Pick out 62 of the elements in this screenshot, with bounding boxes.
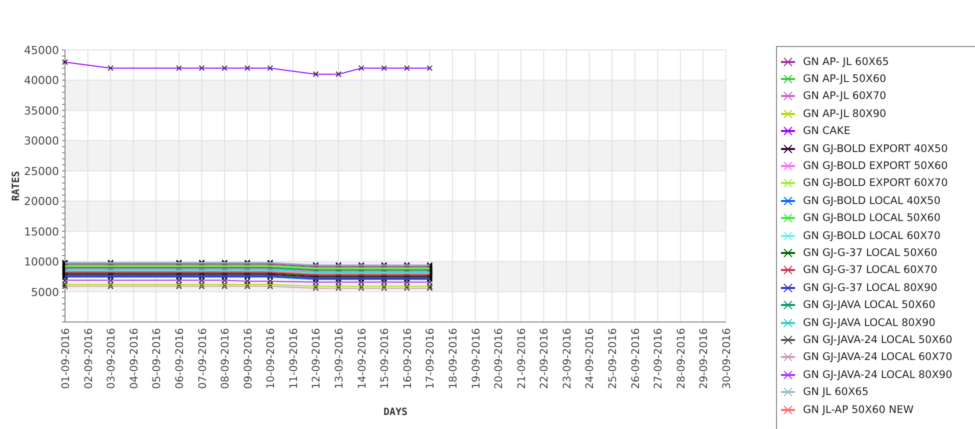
- legend-label: GN GJ-G-37 LOCAL 80X90: [803, 282, 938, 294]
- legend-label: GN GJ-BOLD LOCAL 50X60: [803, 212, 941, 224]
- x-tick-label: 16-09-2016: [402, 328, 414, 390]
- x-tick-label: 23-09-2016: [561, 328, 574, 390]
- x-tick-label: 03-09-2016: [106, 328, 118, 390]
- legend-label: GN AP- JL 60X65: [803, 56, 889, 68]
- x-tick-label: 07-09-2016: [196, 328, 209, 390]
- x-tick-label: 17-09-2016: [424, 328, 437, 390]
- x-tick-label: 10-09-2016: [265, 328, 278, 390]
- legend-label: GN GJ-G-37 LOCAL 60X70: [803, 264, 938, 276]
- legend-label: GN GJ-BOLD EXPORT 40X50: [803, 142, 948, 155]
- x-tick-label: 29-09-2016: [698, 328, 710, 390]
- y-tick-label: 35000: [24, 104, 59, 118]
- legend-label: GN GJ-BOLD LOCAL 40X50: [803, 194, 941, 207]
- legend-label: GN CAKE: [803, 125, 850, 138]
- x-tick-label: 26-09-2016: [630, 328, 642, 390]
- x-tick-label: 18-09-2016: [447, 328, 460, 390]
- legend-label: GN GJ-JAVA LOCAL 50X60: [803, 299, 936, 312]
- x-tick-label: 21-09-2016: [516, 328, 528, 390]
- y-tick-label: 20000: [24, 195, 59, 208]
- x-tick-label: 30-09-2016: [721, 328, 733, 390]
- legend-label: GN AP-JL 60X70: [803, 90, 886, 102]
- x-tick-label: 02-09-2016: [82, 328, 95, 390]
- legend-label: GN JL-AP 50X60 NEW: [803, 404, 914, 416]
- x-tick-label: 19-09-2016: [470, 328, 482, 390]
- x-tick-label: 20-09-2016: [493, 328, 506, 390]
- y-tick-label: 45000: [24, 44, 59, 57]
- y-tick-label: 10000: [24, 256, 59, 269]
- y-tick-label: 30000: [24, 134, 59, 148]
- x-tick-label: 05-09-2016: [151, 328, 164, 390]
- x-tick-label: 06-09-2016: [174, 328, 186, 390]
- legend-label: GN GJ-JAVA-24 LOCAL 80X90: [803, 368, 952, 381]
- x-tick-label: 14-09-2016: [356, 328, 368, 390]
- legend-label: GN GJ-BOLD LOCAL 60X70: [803, 230, 941, 242]
- x-axis-title: DAYS: [383, 407, 408, 418]
- y-tick-label: 15000: [24, 225, 59, 238]
- legend-label: GN JL 60X65: [803, 386, 869, 398]
- legend-label: GN GJ-BOLD EXPORT 60X70: [803, 177, 948, 190]
- legend-label: GN AP-JL 80X90: [803, 108, 886, 120]
- x-tick-label: 24-09-2016: [584, 328, 596, 390]
- x-tick-label: 22-09-2016: [538, 328, 551, 390]
- x-tick-label: 27-09-2016: [652, 328, 665, 390]
- x-tick-label: 09-09-2016: [242, 328, 254, 390]
- x-tick-label: 12-09-2016: [310, 328, 323, 390]
- y-tick-label: 25000: [24, 164, 59, 178]
- legend-label: GN GJ-G-37 LOCAL 50X60: [803, 246, 938, 259]
- x-tick-label: 08-09-2016: [220, 328, 232, 390]
- legend-label: GN AP-JL 50X60: [803, 73, 886, 86]
- y-tick-label: 40000: [24, 74, 59, 88]
- x-tick-label: 01-09-2016: [60, 328, 72, 390]
- x-tick-label: 25-09-2016: [607, 328, 620, 390]
- x-tick-label: 04-09-2016: [128, 328, 140, 390]
- legend-label: GN GJ-JAVA-24 LOCAL 50X60: [803, 334, 952, 346]
- legend-label: GN GJ-BOLD EXPORT 50X60: [803, 160, 948, 172]
- y-axis-title: RATES: [11, 170, 22, 202]
- legend-label: GN GJ-JAVA-24 LOCAL 60X70: [803, 351, 952, 364]
- legend-label: GN GJ-JAVA LOCAL 80X90: [803, 316, 936, 329]
- x-tick-label: 13-09-2016: [334, 328, 346, 390]
- y-tick-label: 5000: [31, 286, 59, 299]
- x-tick-label: 28-09-2016: [675, 328, 688, 390]
- x-tick-label: 11-09-2016: [288, 328, 300, 390]
- x-tick-label: 15-09-2016: [379, 328, 392, 390]
